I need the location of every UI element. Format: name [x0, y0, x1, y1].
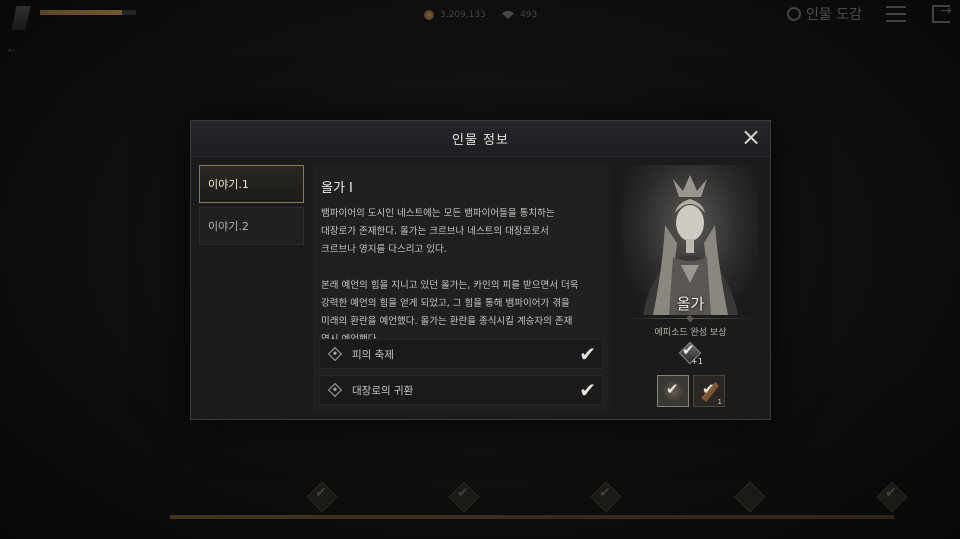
- tab-label: 이야기.1: [208, 178, 249, 191]
- character-info-modal: 인물 정보 × 이야기.1 이야기.2 올가 I 뱀파이어의 도시인 네스트에는…: [190, 120, 771, 420]
- tab-label: 이야기.2: [208, 220, 249, 233]
- reward-count: 1: [717, 398, 722, 406]
- close-icon[interactable]: ×: [740, 125, 762, 149]
- reward-slot-emblem[interactable]: ✔: [657, 375, 689, 407]
- story-title: 올가 I: [321, 181, 353, 196]
- tab-story-1[interactable]: 이야기.1: [199, 165, 304, 203]
- diamond-icon: [327, 346, 343, 362]
- character-name: 올가: [676, 295, 705, 313]
- character-panel: 올가 에피소드 완성 보상 ✔ +1 ✔ ✔ 1: [617, 165, 764, 411]
- modal-header: 인물 정보 ×: [191, 121, 770, 157]
- check-icon: ✔: [579, 342, 596, 366]
- modal-title: 인물 정보: [452, 133, 509, 148]
- episode-row[interactable]: 피의 축제 ✔: [319, 339, 603, 369]
- check-icon: ✔: [579, 378, 596, 402]
- story-panel: 올가 I 뱀파이어의 도시인 네스트에는 모든 뱀파이어들을 통치하는 대장로가…: [313, 165, 609, 411]
- reward-label: 에피소드 완성 보상: [654, 328, 727, 338]
- episode-reward-icon[interactable]: ✔ +1: [676, 341, 704, 369]
- reward-bonus: +1: [691, 357, 703, 366]
- diamond-icon: [327, 382, 343, 398]
- episode-row[interactable]: 대장로의 귀환 ✔: [319, 375, 603, 405]
- story-text: 뱀파이어의 도시인 네스트에는 모든 뱀파이어들을 통치하는 대장로가 존재한다…: [321, 208, 579, 345]
- reward-slot-feather[interactable]: ✔ 1: [693, 375, 725, 407]
- tab-story-2[interactable]: 이야기.2: [199, 207, 304, 245]
- episode-label: 대장로의 귀환: [352, 384, 414, 397]
- episode-label: 피의 축제: [352, 348, 394, 361]
- divider-ornament: [686, 314, 694, 323]
